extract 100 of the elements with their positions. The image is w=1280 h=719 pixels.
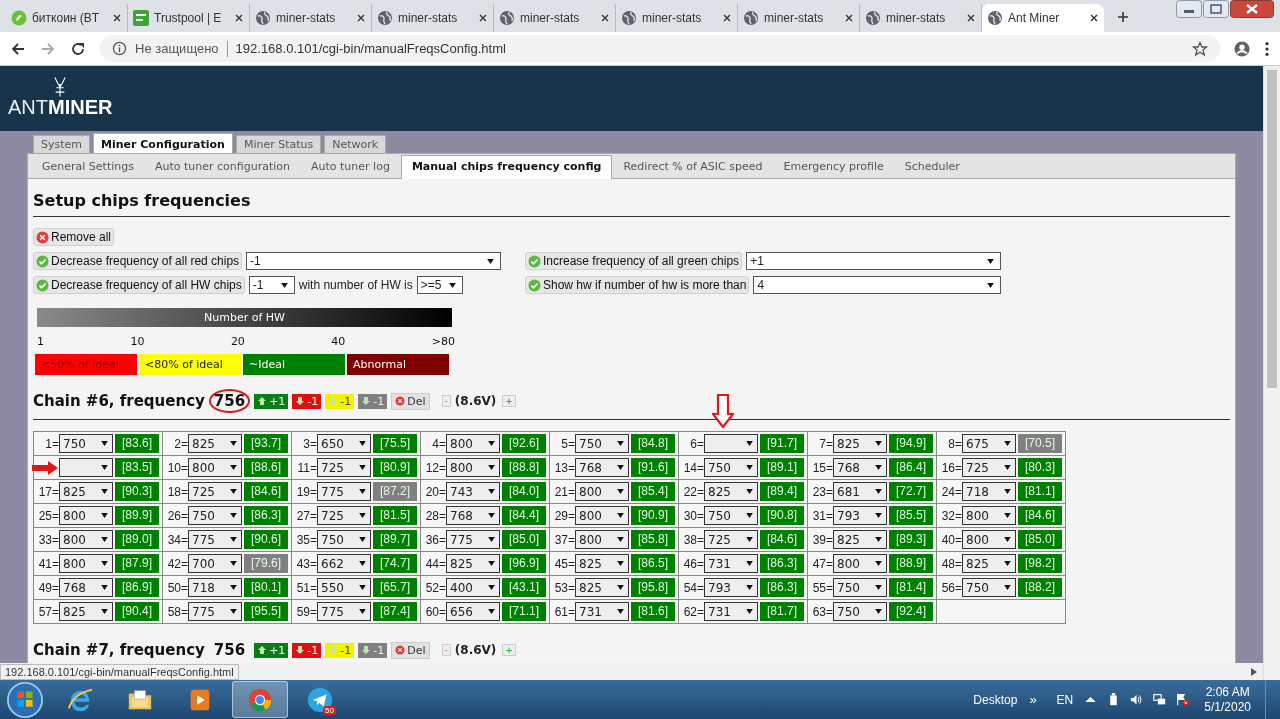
frequency-select[interactable]: 825: [962, 554, 1016, 573]
chain-button[interactable]: Del: [391, 392, 430, 410]
frequency-select[interactable]: 768: [59, 578, 113, 597]
frequency-select[interactable]: 775: [188, 602, 242, 621]
frequency-select[interactable]: 750: [704, 458, 758, 477]
account-icon[interactable]: [1234, 40, 1250, 57]
frequency-select[interactable]: 725: [317, 458, 371, 477]
frequency-select[interactable]: 800: [575, 482, 629, 501]
chain-button[interactable]: -1: [292, 642, 322, 658]
frequency-select[interactable]: 675: [962, 434, 1016, 453]
speaker-icon[interactable]: [1130, 693, 1144, 706]
frequency-select[interactable]: 825: [575, 578, 629, 597]
dropdown[interactable]: +1: [746, 252, 1001, 270]
close-icon[interactable]: [844, 13, 854, 23]
frequency-select[interactable]: 825: [833, 434, 887, 453]
toolbar-expand-button[interactable]: »: [1025, 692, 1041, 707]
frequency-select[interactable]: 718: [962, 482, 1016, 501]
frequency-select[interactable]: 750: [833, 602, 887, 621]
language-indicator[interactable]: EN: [1056, 692, 1074, 707]
frequency-select[interactable]: 825: [704, 482, 758, 501]
frequency-select[interactable]: 825: [59, 482, 113, 501]
frequency-select[interactable]: 400: [446, 578, 500, 597]
frequency-select[interactable]: [59, 458, 113, 477]
scroll-right-icon[interactable]: [1251, 667, 1257, 676]
flag-alert-icon[interactable]: [1176, 693, 1190, 706]
frequency-select[interactable]: 650: [317, 434, 371, 453]
frequency-select[interactable]: 750: [317, 530, 371, 549]
frequency-select[interactable]: 800: [59, 506, 113, 525]
frequency-select[interactable]: 743: [446, 482, 500, 501]
frequency-select[interactable]: 825: [59, 602, 113, 621]
dropdown[interactable]: 4: [753, 276, 1001, 294]
back-icon[interactable]: [10, 40, 26, 57]
frequency-select[interactable]: 768: [575, 458, 629, 477]
frequency-select[interactable]: 793: [833, 506, 887, 525]
network-icon[interactable]: [1153, 693, 1167, 706]
main-tab[interactable]: Miner Status: [235, 135, 322, 153]
frequency-select[interactable]: 750: [704, 506, 758, 525]
close-icon[interactable]: [1089, 13, 1099, 23]
chain-button[interactable]: +1: [254, 642, 289, 658]
frequency-select[interactable]: 825: [188, 434, 242, 453]
close-icon[interactable]: [112, 13, 122, 23]
frequency-select[interactable]: 800: [833, 554, 887, 573]
chain-button[interactable]: -1: [292, 393, 322, 409]
frequency-select[interactable]: 800: [962, 506, 1016, 525]
address-field[interactable]: Не защищено 192.168.0.101/cgi-bin/manualFreqsConfig.html: [100, 35, 1220, 62]
action-button[interactable]: Show hw if number of hw is more than: [525, 276, 750, 294]
frequency-select[interactable]: 800: [59, 530, 113, 549]
close-icon[interactable]: [966, 13, 976, 23]
maximize-icon[interactable]: [1203, 0, 1229, 18]
browser-tab[interactable]: Ant Miner: [982, 4, 1104, 32]
close-icon[interactable]: [356, 13, 366, 23]
frequency-select[interactable]: 656: [446, 602, 500, 621]
reload-icon[interactable]: [70, 40, 86, 57]
frequency-select[interactable]: 662: [317, 554, 371, 573]
frequency-select[interactable]: 550: [317, 578, 371, 597]
action-button[interactable]: Decrease frequency of all red chips: [33, 252, 243, 270]
frequency-select[interactable]: 731: [704, 554, 758, 573]
close-icon[interactable]: [600, 13, 610, 23]
frequency-select[interactable]: 681: [833, 482, 887, 501]
close-icon[interactable]: [234, 13, 244, 23]
frequency-select[interactable]: 800: [962, 530, 1016, 549]
sub-tab[interactable]: Auto tuner log: [301, 156, 400, 178]
main-tab[interactable]: System: [33, 135, 91, 153]
frequency-select[interactable]: 775: [317, 482, 371, 501]
frequency-select[interactable]: 750: [833, 578, 887, 597]
sub-tab[interactable]: Scheduler: [894, 156, 970, 178]
action-button[interactable]: Decrease frequency of all HW chips: [33, 276, 245, 294]
vertical-scrollbar[interactable]: [1263, 66, 1280, 680]
sub-tab[interactable]: Manual chips frequency config: [400, 155, 613, 179]
frequency-select[interactable]: 800: [446, 458, 500, 477]
frequency-select[interactable]: 750: [575, 434, 629, 453]
frequency-select[interactable]: 725: [962, 458, 1016, 477]
frequency-select[interactable]: 800: [59, 554, 113, 573]
minimize-icon[interactable]: [1176, 0, 1202, 18]
dropdown[interactable]: -1: [246, 252, 501, 270]
frequency-select[interactable]: 825: [833, 530, 887, 549]
frequency-select[interactable]: 775: [446, 530, 500, 549]
sub-tab[interactable]: General Settings: [32, 156, 144, 178]
sub-tab[interactable]: Auto tuner configuration: [144, 156, 300, 178]
sub-tab[interactable]: Emergency profile: [773, 156, 894, 178]
chain-button[interactable]: -1: [325, 642, 355, 658]
frequency-select[interactable]: 825: [575, 554, 629, 573]
frequency-select[interactable]: 731: [575, 602, 629, 621]
clock-date[interactable]: 5/1/2020: [1204, 699, 1251, 715]
frequency-select[interactable]: 800: [188, 458, 242, 477]
frequency-select[interactable]: 718: [188, 578, 242, 597]
chain-button[interactable]: +1: [254, 393, 289, 409]
frequency-select[interactable]: 750: [962, 578, 1016, 597]
sub-tab[interactable]: Redirect % of ASIC speed: [613, 156, 773, 178]
taskbar-app[interactable]: 50: [292, 681, 348, 718]
frequency-select[interactable]: 731: [704, 602, 758, 621]
close-icon[interactable]: [478, 13, 488, 23]
main-tab[interactable]: Network: [324, 135, 387, 153]
frequency-select[interactable]: 825: [446, 554, 500, 573]
dropdown[interactable]: >=5: [416, 276, 464, 294]
menu-icon[interactable]: [1264, 40, 1270, 57]
remove-all-button[interactable]: Remove all: [33, 228, 115, 246]
frequency-select[interactable]: 800: [446, 434, 500, 453]
frequency-select[interactable]: 775: [188, 530, 242, 549]
chain-button[interactable]: -1: [325, 393, 355, 409]
